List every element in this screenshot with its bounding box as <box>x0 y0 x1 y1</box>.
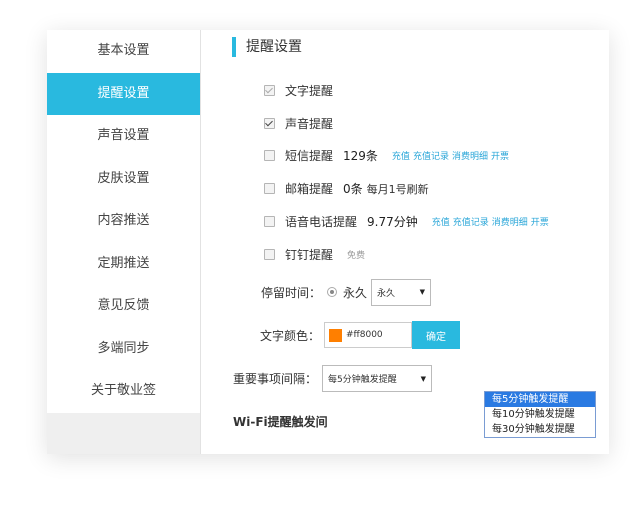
sound-reminder-checkbox[interactable] <box>264 118 275 129</box>
sms-reminder-label: 短信提醒 <box>285 149 334 163</box>
interval-select[interactable]: 每5分钟触发提醒 ▼ <box>322 365 433 392</box>
sidebar-item-sound[interactable]: 声音设置 <box>47 115 200 158</box>
dingtalk-reminder-label: 钉钉提醒 <box>285 248 334 262</box>
sidebar-item-content-push[interactable]: 内容推送 <box>47 200 200 243</box>
color-swatch[interactable] <box>329 328 343 342</box>
dingtalk-reminder-row: 钉钉提醒 免费 <box>264 246 365 263</box>
voice-reminder-row: 语音电话提醒 9.77分钟 充值 充值记录 消费明细 开票 <box>264 213 552 230</box>
stay-time-row: 停留时间： 永久 永久 ▼ <box>261 278 432 306</box>
email-refresh-note: 每月1号刷新 <box>366 182 429 196</box>
voice-recharge-record-link[interactable]: 充值记录 <box>453 218 489 228</box>
sms-reminder-checkbox[interactable] <box>264 150 275 161</box>
stay-forever-label: 永久 <box>343 285 368 300</box>
sidebar-item-scheduled-push[interactable]: 定期推送 <box>47 243 200 286</box>
sidebar-item-feedback[interactable]: 意见反馈 <box>47 285 200 328</box>
sidebar-item-about[interactable]: 关于敬业签 <box>47 370 200 413</box>
interval-option-10min[interactable]: 每10分钟触发提醒 <box>485 407 595 422</box>
sms-recharge-record-link[interactable]: 充值记录 <box>413 152 449 162</box>
chevron-down-icon: ▼ <box>419 288 426 296</box>
stay-time-select-value: 永久 <box>377 288 396 299</box>
interval-row: 重要事项间隔： 每5分钟触发提醒 ▼ <box>233 365 433 392</box>
voice-reminder-checkbox[interactable] <box>264 216 275 227</box>
sidebar-item-reminder[interactable]: 提醒设置 <box>47 72 200 115</box>
interval-option-5min[interactable]: 每5分钟触发提醒 <box>485 392 595 407</box>
voice-invoice-link[interactable]: 开票 <box>531 218 549 228</box>
sound-reminder-label: 声音提醒 <box>285 117 334 131</box>
sidebar: 基本设置 提醒设置 声音设置 皮肤设置 内容推送 定期推送 意见反馈 多端同步 … <box>47 30 201 454</box>
chevron-down-icon: ▼ <box>420 374 427 383</box>
confirm-color-button[interactable]: 确定 <box>412 321 461 349</box>
sidebar-item-skin[interactable]: 皮肤设置 <box>47 158 200 201</box>
dingtalk-reminder-checkbox[interactable] <box>264 249 275 260</box>
stay-time-label: 停留时间： <box>261 285 322 300</box>
stay-time-select[interactable]: 永久 ▼ <box>371 278 432 306</box>
main-content: 提醒设置 文字提醒 声音提醒 短信提醒 129条 充值 充值记录 消费明细 开票 邮箱… <box>201 30 609 454</box>
wifi-row: Wi-Fi提醒触发间 <box>233 413 328 430</box>
sms-reminder-row: 短信提醒 129条 充值 充值记录 消费明细 开票 <box>264 147 512 164</box>
voice-reminder-label: 语音电话提醒 <box>285 215 358 229</box>
interval-select-value: 每5分钟触发提醒 <box>328 375 397 385</box>
interval-dropdown-menu: 每5分钟触发提醒 每10分钟触发提醒 每30分钟触发提醒 <box>484 391 596 438</box>
text-reminder-row: 文字提醒 <box>264 82 333 99</box>
text-color-input[interactable]: #ff8000 <box>324 322 413 348</box>
sidebar-list: 基本设置 提醒设置 声音设置 皮肤设置 内容推送 定期推送 意见反馈 多端同步 … <box>47 30 200 413</box>
sidebar-item-sync[interactable]: 多端同步 <box>47 328 200 371</box>
interval-option-30min[interactable]: 每30分钟触发提醒 <box>485 422 595 437</box>
email-reminder-checkbox[interactable] <box>264 183 275 194</box>
wifi-label: Wi-Fi提醒触发间 <box>233 415 328 429</box>
text-color-label: 文字颜色： <box>260 328 321 343</box>
interval-label: 重要事项间隔： <box>233 372 318 386</box>
settings-panel: 基本设置 提醒设置 声音设置 皮肤设置 内容推送 定期推送 意见反馈 多端同步 … <box>47 30 609 454</box>
email-reminder-row: 邮箱提醒 0条 每月1号刷新 <box>264 180 429 197</box>
sms-recharge-link[interactable]: 充值 <box>392 152 410 162</box>
text-color-row: 文字颜色： #ff8000 确定 <box>260 321 461 349</box>
voice-count: 9.77分钟 <box>367 215 418 229</box>
voice-consumption-detail-link[interactable]: 消费明细 <box>492 218 528 228</box>
sms-count: 129条 <box>343 149 378 163</box>
page-title: 提醒设置 <box>232 37 302 57</box>
text-reminder-label: 文字提醒 <box>285 84 334 98</box>
stay-forever-radio[interactable] <box>327 287 338 297</box>
sound-reminder-row: 声音提醒 <box>264 115 333 132</box>
sms-consumption-detail-link[interactable]: 消费明细 <box>452 152 488 162</box>
text-color-value: #ff8000 <box>346 330 383 340</box>
voice-links: 充值 充值记录 消费明细 开票 <box>432 215 552 228</box>
sms-links: 充值 充值记录 消费明细 开票 <box>392 149 512 162</box>
sms-invoice-link[interactable]: 开票 <box>491 152 509 162</box>
email-reminder-label: 邮箱提醒 <box>285 182 334 196</box>
dingtalk-free-note: 免费 <box>347 251 366 261</box>
voice-recharge-link[interactable]: 充值 <box>432 218 450 228</box>
text-reminder-checkbox[interactable] <box>264 85 275 96</box>
sidebar-item-basic[interactable]: 基本设置 <box>47 30 200 73</box>
email-count: 0条 <box>343 182 363 196</box>
